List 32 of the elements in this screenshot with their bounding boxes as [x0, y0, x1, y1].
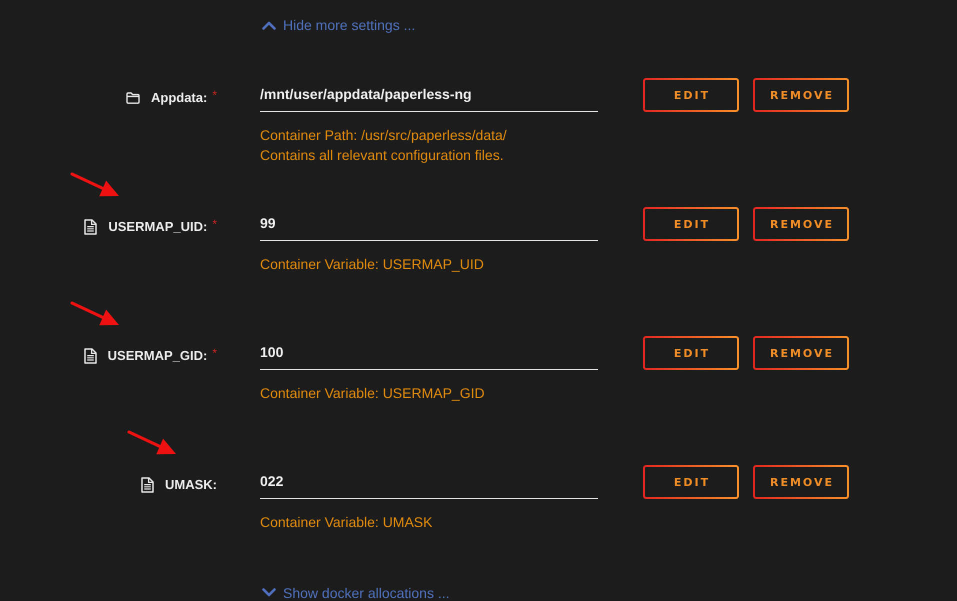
field-description: Container Variable: USERMAP_UID [260, 255, 485, 274]
chevron-up-icon [262, 20, 276, 30]
remove-button[interactable]: REMOVE [753, 78, 849, 112]
edit-button[interactable]: EDIT [643, 207, 739, 241]
field-label: USERMAP_GID: [108, 347, 208, 365]
required-mark: * [212, 89, 217, 101]
field-description: Container Variable: UMASK [260, 513, 434, 532]
toggle-link[interactable]: Hide more settings ... [262, 17, 416, 33]
field-label: UMASK: [165, 476, 217, 494]
remove-button[interactable]: REMOVE [753, 207, 849, 241]
edit-button[interactable]: EDIT [643, 78, 739, 112]
field-description: Container Variable: USERMAP_GID [260, 384, 486, 403]
field-label: USERMAP_UID: [108, 218, 208, 236]
document-icon [141, 477, 154, 493]
field-description: Container Path: /usr/src/paperless/data/ [260, 126, 508, 145]
edit-button[interactable]: EDIT [643, 336, 739, 370]
edit-button[interactable]: EDIT [643, 465, 739, 499]
document-icon [84, 348, 97, 364]
remove-button[interactable]: REMOVE [753, 336, 849, 370]
folder-icon [126, 92, 140, 104]
document-icon [84, 219, 98, 235]
input-field[interactable]: /mnt/user/appdata/paperless-ng [260, 78, 598, 112]
field-description: Contains all relevant configuration files. [260, 146, 505, 165]
input-field[interactable]: 022 [260, 465, 598, 499]
input-field[interactable]: 100 [260, 336, 598, 370]
required-mark: * [212, 347, 217, 359]
chevron-down-icon [262, 588, 276, 598]
required-mark: * [212, 218, 217, 230]
input-field[interactable]: 99 [260, 207, 598, 241]
field-label: Appdata: [150, 89, 208, 107]
toggle-link[interactable]: Show docker allocations ... [262, 585, 450, 601]
remove-button[interactable]: REMOVE [753, 465, 849, 499]
